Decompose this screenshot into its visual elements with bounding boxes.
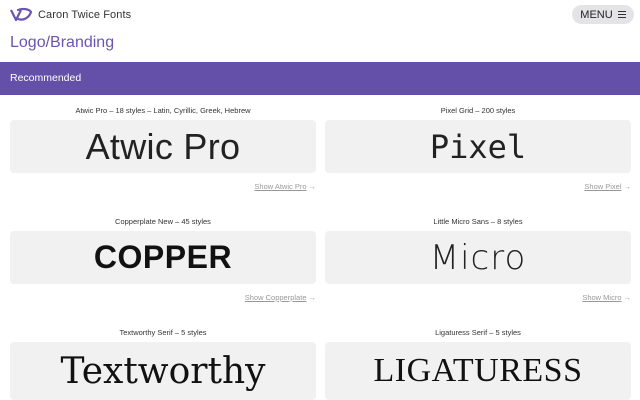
menu-label: MENU (580, 8, 613, 21)
font-card-ligaturess: Ligaturess Serif – 5 styles LIGATURESS (325, 328, 631, 400)
font-meta: Textworthy Serif – 5 styles (119, 328, 207, 337)
section-label: Recommended (10, 72, 82, 84)
font-sample: Micro (429, 237, 527, 278)
hamburger-icon (617, 11, 626, 18)
font-meta: Little Micro Sans – 8 styles (433, 217, 523, 226)
font-meta: Copperplate New – 45 styles (115, 217, 211, 226)
ct-logo-icon (10, 7, 32, 22)
top-bar: Caron Twice Fonts MENU (0, 0, 640, 30)
menu-button[interactable]: MENU (572, 5, 634, 24)
show-font-link[interactable]: Show Micro → (582, 293, 631, 302)
font-card-micro: Little Micro Sans – 8 styles Micro Show … (325, 217, 631, 312)
font-sample-box[interactable]: Atwic Pro (10, 120, 316, 173)
font-sample-box[interactable]: LIGATURESS (325, 342, 631, 400)
font-card-pixel: Pixel Grid – 200 styles Pixel Show Pixel… (325, 106, 631, 201)
font-card-textworthy: Textworthy Serif – 5 styles Textworthy (10, 328, 316, 400)
font-sample: Textworthy (60, 350, 266, 392)
font-meta: Ligaturess Serif – 5 styles (435, 328, 521, 337)
font-sample-box[interactable]: Pixel (325, 120, 631, 173)
font-meta: Pixel Grid – 200 styles (440, 106, 516, 115)
font-card-copperplate: Copperplate New – 45 styles COPPER Show … (10, 217, 316, 312)
section-banner: Recommended (0, 62, 640, 95)
font-sample: Pixel (429, 127, 527, 166)
page-title: Logo/Branding (10, 34, 115, 51)
font-sample-box[interactable]: Micro (325, 231, 631, 284)
font-card-atwic: Atwic Pro – 18 styles – Latin, Cyrillic,… (10, 106, 316, 201)
show-font-link[interactable]: Show Copperplate → (245, 293, 316, 302)
font-sample-box[interactable]: Textworthy (10, 342, 316, 400)
show-font-link[interactable]: Show Pixel → (584, 182, 631, 191)
font-sample: COPPER (93, 239, 233, 275)
brand[interactable]: Caron Twice Fonts (10, 6, 131, 24)
show-font-link[interactable]: Show Atwic Pro → (254, 182, 316, 191)
font-meta: Atwic Pro – 18 styles – Latin, Cyrillic,… (75, 106, 251, 115)
font-sample: Atwic Pro (85, 125, 241, 167)
brand-name: Caron Twice Fonts (38, 9, 132, 21)
font-sample-box[interactable]: COPPER (10, 231, 316, 284)
font-sample: LIGATURESS (373, 352, 583, 389)
